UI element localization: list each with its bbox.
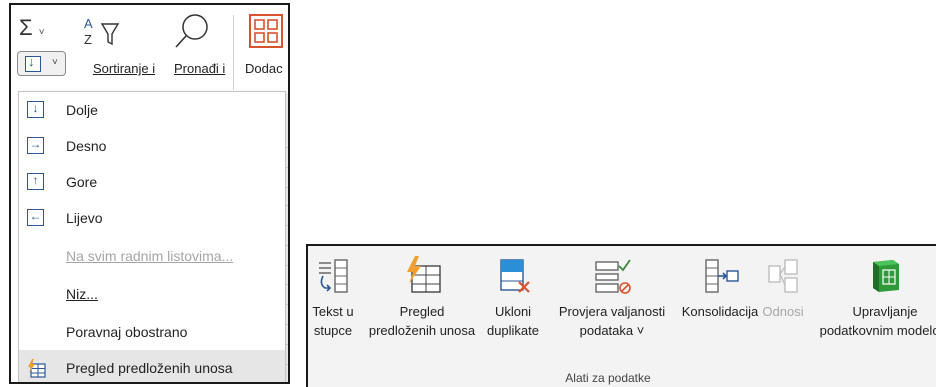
find-select-label[interactable]: Pronađi i xyxy=(174,61,225,76)
fill-dropdown-menu: ↓ Dolje → Desno ↑ Gore ← Lijevo Na svim … xyxy=(18,91,286,382)
menu-item-right[interactable]: → Desno xyxy=(19,128,285,164)
menu-item-label: Desno xyxy=(66,138,107,154)
fill-button[interactable]: ˅ xyxy=(17,51,66,76)
sigma-icon: Σ xyxy=(19,15,33,40)
menu-item-across-worksheets[interactable]: Na svim radnim listovima... xyxy=(19,238,285,274)
chevron-down-icon: ˅ xyxy=(38,27,45,38)
menu-item-justify[interactable]: Poravnaj obostrano xyxy=(19,314,285,350)
menu-item-left[interactable]: ← Lijevo xyxy=(19,200,285,236)
consolidate-icon xyxy=(700,256,740,296)
menu-item-up[interactable]: ↑ Gore xyxy=(19,164,285,200)
button-label-line1: Provjera valjanosti xyxy=(558,304,666,319)
button-label-line2: podatkovnim modelom xyxy=(819,323,936,338)
text-to-columns-button[interactable]: Tekst u stupce xyxy=(308,256,358,340)
menu-item-label: Lijevo xyxy=(66,210,103,226)
flash-fill-button[interactable]: Pregled predloženih unosa xyxy=(362,256,482,340)
svg-text:Z: Z xyxy=(84,32,92,47)
flash-fill-icon xyxy=(402,256,442,296)
menu-item-series[interactable]: Niz... xyxy=(19,276,285,312)
remove-duplicates-icon xyxy=(493,256,533,296)
button-label-line1: Odnosi xyxy=(762,304,804,319)
remove-duplicates-button[interactable]: Ukloni duplikate xyxy=(482,256,544,340)
button-label-line2: stupce xyxy=(313,323,353,338)
search-icon[interactable] xyxy=(171,11,213,51)
data-validation-button[interactable]: Provjera valjanosti podataka ˅ xyxy=(544,256,680,340)
menu-item-label: Pregled predloženih unosa xyxy=(66,360,233,376)
autosum-button[interactable]: Σ ˅ xyxy=(19,15,45,41)
data-validation-icon xyxy=(592,256,632,296)
menu-item-label: Na svim radnim listovima... xyxy=(66,248,234,264)
arrow-up-icon: ↑ xyxy=(27,173,44,190)
data-model-icon xyxy=(865,256,905,296)
add-ins-label[interactable]: Dodac xyxy=(245,61,283,76)
menu-item-label: Dolje xyxy=(66,102,98,118)
menu-item-label: Niz... xyxy=(66,286,98,302)
data-tools-group: Tekst u stupce Pregled predloženih unosa xyxy=(306,244,936,387)
button-label-line2: predloženih unosa xyxy=(368,323,476,338)
arrow-right-icon: → xyxy=(27,137,44,154)
menu-item-down[interactable]: ↓ Dolje xyxy=(19,92,285,128)
button-label-line2: duplikate xyxy=(486,323,540,338)
ribbon-separator xyxy=(233,15,234,90)
arrow-down-icon: ↓ xyxy=(27,101,44,118)
relationships-button[interactable]: Odnosi xyxy=(756,256,810,321)
menu-item-label: Gore xyxy=(66,174,98,190)
menu-item-flash-fill[interactable]: Pregled predloženih unosa xyxy=(19,350,285,382)
button-label-line1: Pregled xyxy=(399,304,445,319)
button-label-line2: podataka ˅ xyxy=(579,323,645,338)
sort-filter-label[interactable]: Sortiranje i xyxy=(93,61,155,76)
sort-filter-icon[interactable]: A Z xyxy=(82,14,126,48)
button-label-line1: Ukloni xyxy=(494,304,532,319)
button-label-line1: Upravljanje xyxy=(852,304,918,319)
svg-text:A: A xyxy=(84,16,93,31)
text-to-columns-icon xyxy=(313,256,353,296)
menu-item-label: Poravnaj obostrano xyxy=(66,324,188,340)
add-ins-icon[interactable] xyxy=(248,13,284,49)
fill-dropdown-screenshot: Σ ˅ ˅ A Z Sortiranje i Pronađi i Dodac xyxy=(9,3,290,384)
button-label-line1: Tekst u xyxy=(312,304,354,319)
consolidate-button[interactable]: Konsolidacija xyxy=(678,256,762,321)
relationships-icon xyxy=(763,256,803,296)
group-label: Alati za podatke xyxy=(565,371,651,385)
chevron-down-icon: ˅ xyxy=(52,57,58,68)
button-label-line1: Konsolidacija xyxy=(681,304,759,319)
manage-data-model-button[interactable]: Upravljanje podatkovnim modelom xyxy=(810,256,936,340)
flash-fill-icon xyxy=(26,359,46,379)
arrow-left-icon: ← xyxy=(27,209,44,226)
fill-down-icon xyxy=(25,54,41,72)
